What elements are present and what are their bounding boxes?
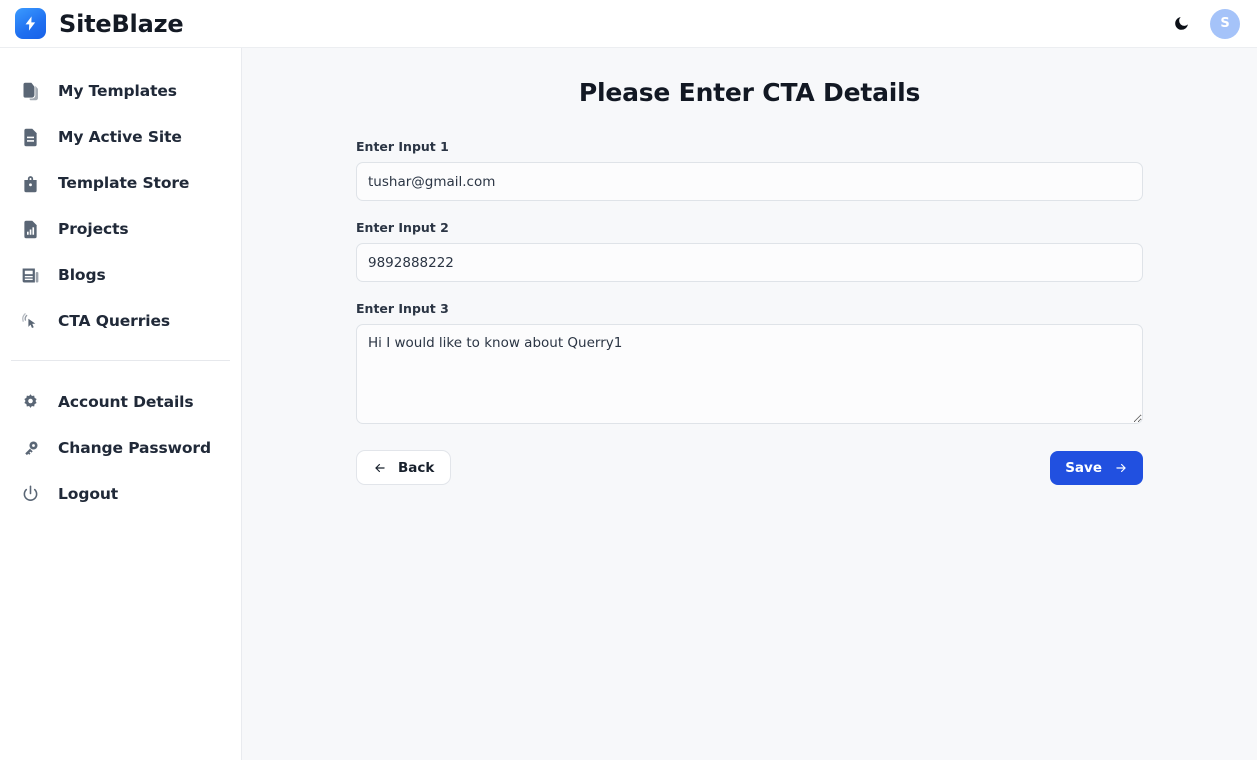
input-3-textarea[interactable]: Hi I would like to know about Querry1 (356, 324, 1143, 424)
sidebar-item-label: CTA Querries (58, 312, 171, 330)
back-button[interactable]: Back (356, 450, 452, 485)
sidebar: My Templates My Active Site Template Sto… (0, 48, 242, 760)
sidebar-item-label: My Active Site (58, 128, 182, 146)
sidebar-item-logout[interactable]: Logout (0, 471, 241, 517)
field-group-input-2: Enter Input 2 (356, 220, 1143, 282)
field-label: Enter Input 2 (356, 220, 449, 235)
input-1-field[interactable] (356, 162, 1143, 201)
sidebar-item-projects[interactable]: Projects (0, 206, 241, 252)
field-group-input-3: Enter Input 3 Hi I would like to know ab… (356, 301, 1143, 424)
sidebar-item-label: Template Store (58, 174, 190, 192)
sidebar-item-change-password[interactable]: Change Password (0, 425, 241, 471)
sidebar-item-label: Blogs (58, 266, 106, 284)
cta-details-form: Enter Input 1 Enter Input 2 Enter Input … (356, 107, 1143, 485)
arrow-right-icon (1114, 461, 1128, 475)
save-button-label: Save (1065, 459, 1102, 476)
back-button-label: Back (398, 459, 435, 476)
sidebar-item-label: Change Password (58, 439, 211, 457)
templates-copy-icon (19, 80, 41, 102)
moon-icon[interactable] (1169, 12, 1193, 36)
sidebar-item-label: Account Details (58, 393, 194, 411)
sidebar-item-label: My Templates (58, 82, 177, 100)
click-pointer-icon (19, 310, 41, 332)
top-header-bar: SiteBlaze S (0, 0, 1257, 48)
header-actions: S (1169, 8, 1240, 39)
sidebar-divider (11, 360, 230, 361)
form-actions: Back Save (356, 450, 1143, 485)
sidebar-item-label: Projects (58, 220, 129, 238)
avatar[interactable]: S (1210, 8, 1240, 39)
key-icon (19, 437, 41, 459)
sidebar-item-cta-querries[interactable]: CTA Querries (0, 298, 241, 344)
field-group-input-1: Enter Input 1 (356, 139, 1143, 201)
brand-name: SiteBlaze (59, 9, 184, 38)
power-icon (19, 483, 41, 505)
sidebar-item-label: Logout (58, 485, 119, 503)
arrow-left-icon (373, 461, 387, 475)
bar-chart-document-icon (19, 218, 41, 240)
field-label: Enter Input 3 (356, 301, 449, 316)
sidebar-item-my-templates[interactable]: My Templates (0, 68, 241, 114)
sidebar-item-template-store[interactable]: Template Store (0, 160, 241, 206)
main-content: Please Enter CTA Details Enter Input 1 E… (242, 48, 1257, 760)
sidebar-item-account-details[interactable]: Account Details (0, 379, 241, 425)
gear-icon (19, 391, 41, 413)
sidebar-item-blogs[interactable]: Blogs (0, 252, 241, 298)
input-2-field[interactable] (356, 243, 1143, 282)
newspaper-icon (19, 264, 41, 286)
page-title: Please Enter CTA Details (578, 78, 921, 107)
save-button[interactable]: Save (1050, 450, 1143, 485)
sidebar-item-my-active-site[interactable]: My Active Site (0, 114, 241, 160)
brand-logo[interactable]: SiteBlaze (15, 8, 184, 39)
lock-bag-icon (19, 172, 41, 194)
field-label: Enter Input 1 (356, 139, 449, 154)
lightning-bolt-icon (15, 8, 46, 39)
document-icon (19, 126, 41, 148)
